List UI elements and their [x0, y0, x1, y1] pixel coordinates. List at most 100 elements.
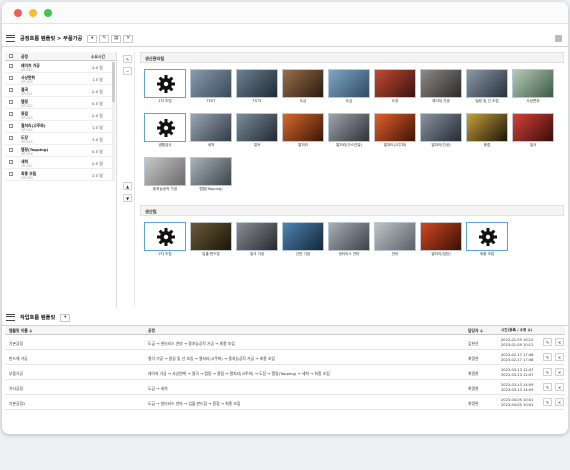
process-tile[interactable]: 도금: [328, 69, 370, 105]
dropdown-button[interactable]: ▾: [87, 34, 98, 43]
process-list-scrollbar[interactable]: [112, 62, 115, 182]
user-avatar-icon[interactable]: [555, 35, 562, 42]
process-code: OP-012: [21, 127, 33, 132]
process-tile[interactable]: 생활검사: [144, 113, 186, 149]
tile-photo: [282, 113, 324, 142]
edit-row-button[interactable]: ✎: [543, 383, 552, 391]
process-list-item[interactable]: 탭핑 OP-022 0.5 일: [5, 97, 116, 109]
process-tile[interactable]: 최종 조립: [466, 222, 508, 258]
process-tile[interactable]: 중처능공작 가공: [144, 157, 186, 193]
process-code: OP-025: [21, 139, 33, 144]
process-list-item[interactable]: 사상면취 OP-019 1.5 일: [5, 73, 116, 85]
tile-label: TST3: [252, 99, 262, 103]
process-tile[interactable]: 선반 가공: [282, 222, 324, 258]
template-table-row[interactable]: 판드체 가공 절삭 가공 → 밀링 및 선 조립 → 열처리(고주파) → 중처능…: [5, 350, 565, 365]
process-list-item[interactable]: 절곡 OP-021 2.0 일: [5, 85, 116, 97]
row-checkbox[interactable]: [9, 88, 13, 92]
process-list-item[interactable]: 용접 OP-023 2.0 일: [5, 109, 116, 121]
process-tile[interactable]: 도장: [374, 69, 416, 105]
process-tile[interactable]: 밀링 및 선 조립: [466, 69, 508, 105]
edit-button[interactable]: ✎: [99, 34, 110, 43]
tile-photo: [328, 69, 370, 98]
process-tile[interactable]: 1차 조립: [144, 69, 186, 105]
edit-process-button[interactable]: ✎: [123, 55, 132, 63]
tile-photo: [420, 222, 462, 251]
row-checkbox[interactable]: [9, 64, 13, 68]
template-table-row[interactable]: 부품가공 레이저 가공 → 사상면취 → 절곡 → 탭핑 → 용접 → 열처리(고…: [5, 365, 565, 380]
row-checkbox[interactable]: [9, 112, 13, 116]
process-tile[interactable]: 열처리(가스연질): [328, 113, 370, 149]
process-tile[interactable]: 세척: [190, 113, 232, 149]
process-list-item[interactable]: 세척 OP-027 0.5 일: [5, 157, 116, 169]
process-tile[interactable]: 절곡: [236, 113, 278, 149]
time-column-header[interactable]: 시간(등록 / 수정 ≑): [501, 328, 532, 333]
process-tile[interactable]: 사상면취: [512, 69, 554, 105]
move-controls: ✎ − ▲ ▼: [121, 52, 135, 308]
tile-label: 세척: [207, 143, 215, 147]
minimize-window-button[interactable]: [29, 9, 37, 17]
tile-thumbnail: [144, 222, 186, 251]
row-checkbox[interactable]: [9, 148, 13, 152]
process-tile[interactable]: 연마: [374, 222, 416, 258]
edit-row-button[interactable]: ✎: [543, 353, 552, 361]
process-time: 2.0 일: [92, 112, 103, 118]
row-checkbox[interactable]: [9, 160, 13, 164]
maximize-window-button[interactable]: [44, 9, 52, 17]
template-table-row[interactable]: 기본공정2 도금 → 센터리스 연마 → 입출·판드참 → 용접 → 최종 조립 최…: [5, 395, 565, 410]
move-down-button[interactable]: ▼: [123, 194, 132, 202]
gear-icon: [479, 228, 497, 246]
owner-column-header[interactable]: 담당자 ≑: [468, 328, 483, 334]
select-all-checkbox[interactable]: [9, 54, 13, 58]
process-list-item[interactable]: 도장 OP-025 3.0 일: [5, 133, 116, 145]
process-tile[interactable]: 도금: [282, 69, 324, 105]
row-checkbox[interactable]: [9, 136, 13, 140]
delete-row-button[interactable]: ✕: [555, 353, 564, 361]
template-time: 2023-03-13 14:09 2023-03-13 14:09: [501, 383, 533, 393]
process-tile[interactable]: 용접: [466, 113, 508, 149]
library-grid: 1차 조립 TEST TST3 도금 도금 도장 레이저 가공 밀링 및 선 조립 사상면취 생활…: [140, 65, 564, 205]
name-column-header[interactable]: 템플릿 이름 ≑: [9, 328, 32, 334]
row-checkbox[interactable]: [9, 172, 13, 176]
process-tile[interactable]: TEST: [190, 69, 232, 105]
process-tile[interactable]: 레이저 가공: [420, 69, 462, 105]
process-tile[interactable]: 절삭 가공: [236, 222, 278, 258]
edit-row-button[interactable]: ✎: [543, 398, 552, 406]
process-tile[interactable]: 열처리: [282, 113, 324, 149]
menu-icon[interactable]: [6, 35, 15, 42]
edit-row-button[interactable]: ✎: [543, 368, 552, 376]
delete-row-button[interactable]: ✕: [555, 368, 564, 376]
dropdown-button[interactable]: ▾: [60, 313, 71, 322]
edit-row-button[interactable]: ✎: [543, 338, 552, 346]
template-owner: 최명관: [468, 400, 479, 406]
process-list-item[interactable]: 열처리(고주파) OP-012 1.0 일: [5, 121, 116, 133]
move-up-button[interactable]: ▲: [123, 182, 132, 190]
process-tile[interactable]: 열처리(진공): [420, 113, 462, 149]
process-list-item[interactable]: 레이저 가공 OP-020 4.0 일: [5, 61, 116, 73]
process-list-item[interactable]: 탭핑(Tapping) OP-026 0.5 일: [5, 145, 116, 157]
close-window-button[interactable]: [14, 9, 22, 17]
row-checkbox[interactable]: [9, 100, 13, 104]
delete-row-button[interactable]: ✕: [555, 338, 564, 346]
tile-label: 열처리(침탄): [431, 252, 451, 256]
template-table-row[interactable]: 기본공정 도금 → 센터리스 연마 → 중처능공작 가공 → 최종 조립 김현선 20…: [5, 335, 565, 350]
process-tile[interactable]: 2차 조립: [144, 222, 186, 258]
delete-row-button[interactable]: ✕: [555, 383, 564, 391]
row-checkbox[interactable]: [9, 76, 13, 80]
remove-process-button[interactable]: −: [123, 67, 132, 75]
save-button[interactable]: ▤: [111, 34, 122, 43]
menu-icon[interactable]: [6, 314, 15, 321]
process-tile[interactable]: TST3: [236, 69, 278, 105]
process-tile[interactable]: 열처리(침탄): [420, 222, 462, 258]
process-tile[interactable]: 센터리스 연마: [328, 222, 370, 258]
template-table-row[interactable]: 기타공정 도금 → 세척 최명관 2023-03-13 14:09 2023-03-13…: [5, 380, 565, 395]
close-button[interactable]: ✕: [123, 34, 134, 43]
process-tile[interactable]: 열처리(고주파): [374, 113, 416, 149]
template-name: 부품가공: [9, 370, 23, 376]
flow-grid: 2차 조립 입출·판드참 절삭 가공 선반 가공 센터리스 연마 연마 열처리(침탄) 최종 …: [140, 218, 564, 274]
process-list-item[interactable]: 최종 조립 OP-030 2.0 일: [5, 169, 116, 181]
delete-row-button[interactable]: ✕: [555, 398, 564, 406]
process-tile[interactable]: 절삭: [512, 113, 554, 149]
process-tile[interactable]: 탭핑(Tapping): [190, 157, 232, 193]
row-checkbox[interactable]: [9, 124, 13, 128]
process-tile[interactable]: 입출·판드참: [190, 222, 232, 258]
